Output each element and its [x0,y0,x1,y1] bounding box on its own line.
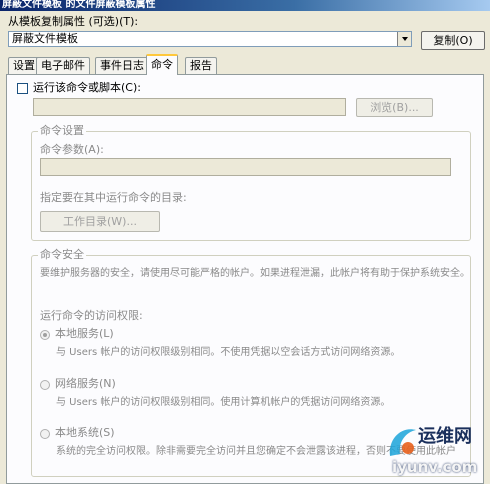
copy-button[interactable]: 复制(O) [421,31,485,50]
copy-from-label: 从模板复制属性 (可选)(T): [8,15,139,28]
window-title: 屏蔽文件模板 的文件屏蔽模板属性 [0,0,490,11]
chevron-down-icon [401,37,408,41]
workdir-button[interactable]: 工作目录(W)... [40,211,160,232]
command-args-label: 命令参数(A): [40,143,104,156]
tab-email[interactable]: 电子邮件 [36,57,90,74]
command-args-input[interactable] [40,158,451,176]
tab-command[interactable]: 命令 [146,54,178,75]
local-service-desc: 与 Users 帐户的访问权限级别相同。不使用凭据以空会话方式访问网络资源。 [56,347,401,358]
template-select[interactable]: 屏蔽文件模板 [8,31,412,47]
run-command-label: 运行该命令或脚本(C): [33,81,141,94]
network-service-desc: 与 Users 帐户的访问权限级别相同。使用计算机帐户的凭据访问网络资源。 [56,397,391,408]
dropdown-button[interactable] [397,32,411,46]
browse-button[interactable]: 浏览(B)... [356,98,433,117]
template-select-value: 屏蔽文件模板 [12,32,78,45]
access-rights-label: 运行命令的访问权限: [40,309,143,322]
local-system-label: 本地系统(S) [55,426,115,439]
workdir-label: 指定要在其中运行命令的目录: [40,191,187,204]
watermark-url: iyunv.com [392,458,478,476]
local-system-radio[interactable] [40,429,50,439]
command-settings-legend: 命令设置 [38,124,86,137]
tab-event-log[interactable]: 事件日志 [95,57,149,74]
tab-report[interactable]: 报告 [185,57,217,74]
command-security-legend: 命令安全 [38,248,86,261]
watermark-text: 运维网 [418,426,472,447]
security-description: 要维护服务器的安全，请使用尽可能严格的帐户。如果进程泄漏，此帐户将有助于保护系统… [40,268,470,279]
network-service-label: 网络服务(N) [55,377,116,390]
site-watermark: 运维网 iyunv.com [380,418,486,480]
local-service-radio[interactable] [40,330,50,340]
network-service-radio[interactable] [40,380,50,390]
local-service-label: 本地服务(L) [55,327,114,340]
watermark-logo-icon [389,429,416,456]
script-path-input[interactable] [33,98,346,116]
run-command-checkbox[interactable] [17,83,28,94]
